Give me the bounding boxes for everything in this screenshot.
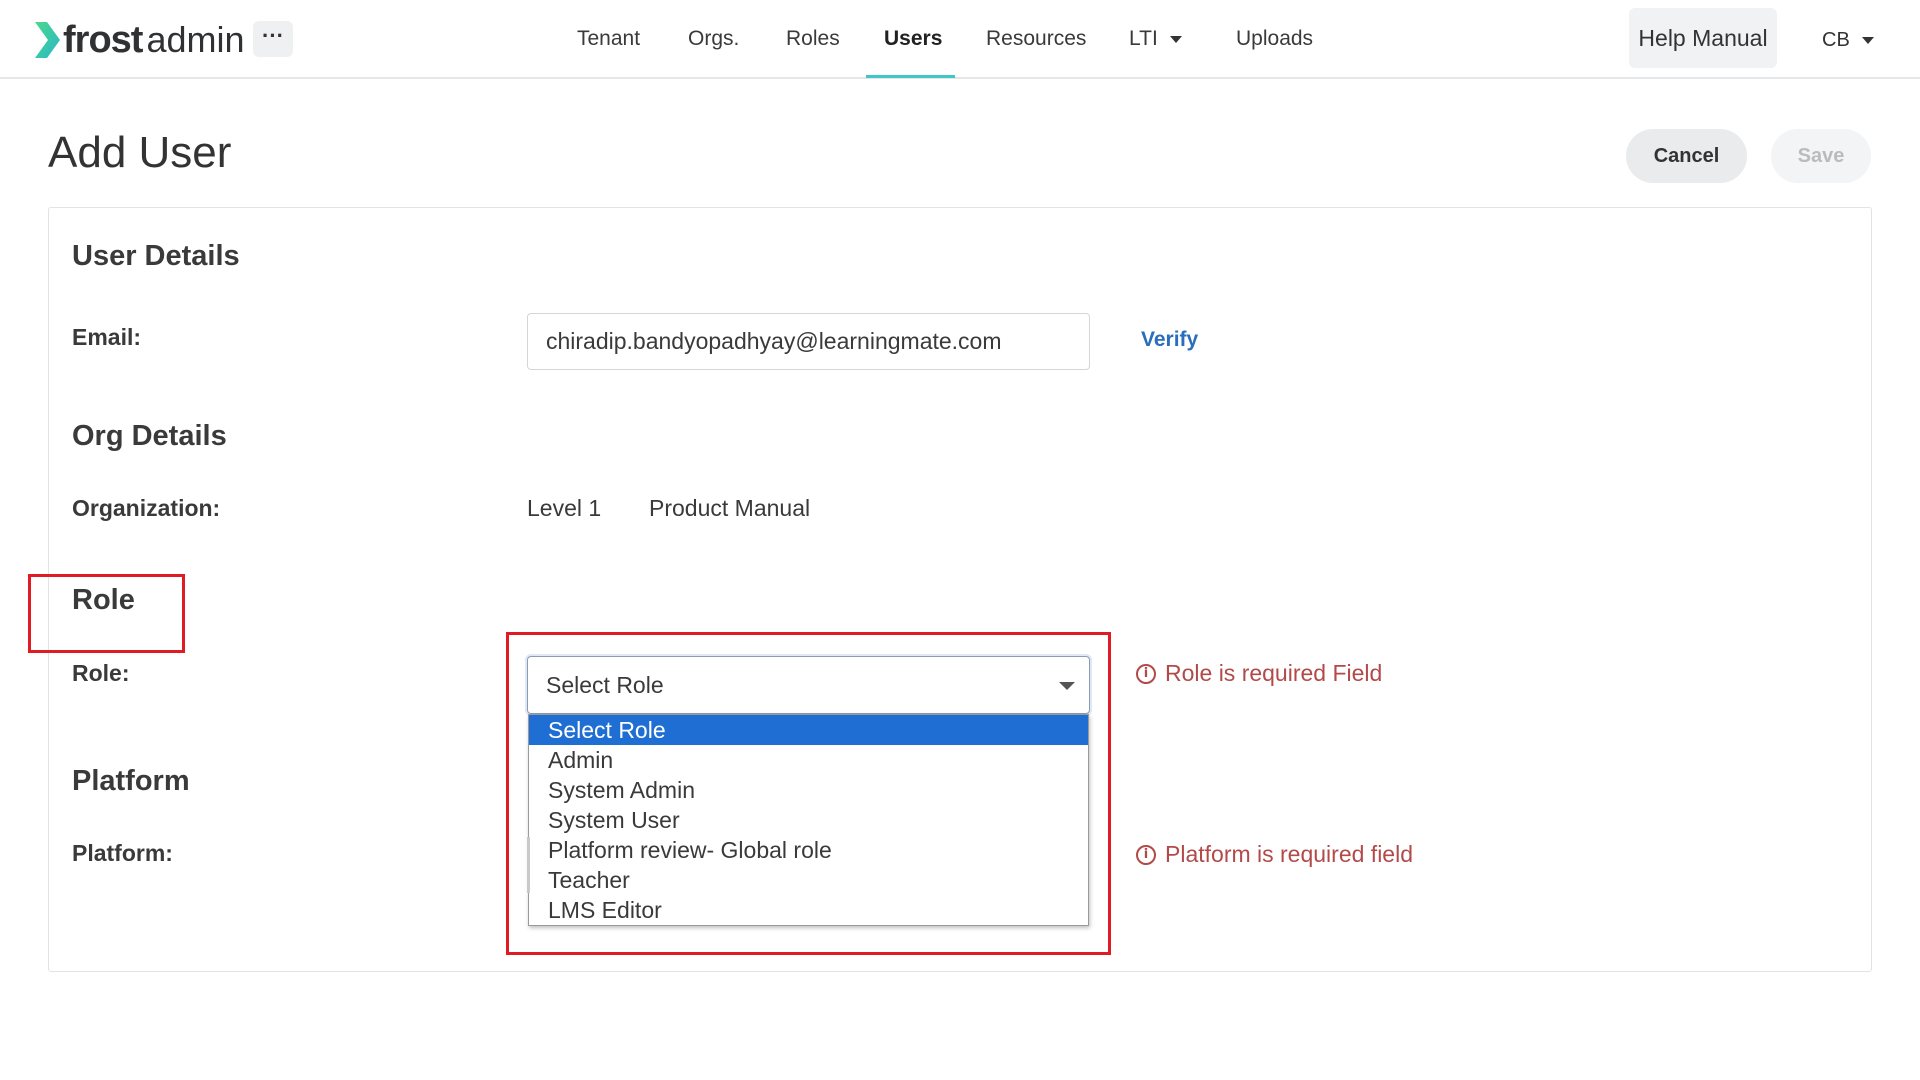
organization-label: Organization:	[72, 495, 221, 521]
role-error-message: i Role is required Field	[1136, 660, 1382, 687]
nav-tenant[interactable]: Tenant	[577, 0, 640, 79]
nav-lti[interactable]: LTI	[1129, 0, 1182, 79]
caret-down-icon	[1861, 37, 1874, 45]
section-title-platform: Platform	[72, 765, 190, 797]
nav-uploads[interactable]: Uploads	[1236, 0, 1313, 79]
role-label: Role:	[72, 660, 130, 686]
user-initials: CB	[1822, 29, 1850, 51]
nav-users[interactable]: Users	[884, 0, 942, 79]
email-label: Email:	[72, 324, 142, 350]
role-error-text: Role is required Field	[1165, 660, 1383, 686]
info-icon: i	[1136, 663, 1156, 684]
nav-roles[interactable]: Roles	[786, 0, 840, 79]
info-icon: i	[1136, 844, 1156, 865]
save-button[interactable]: Save	[1771, 129, 1871, 183]
help-manual-button[interactable]: Help Manual	[1629, 8, 1777, 68]
top-navigation-bar: frost admin ··· Tenant Orgs. Roles Users…	[0, 0, 1920, 79]
email-field[interactable]: chiradip.bandyopadhyay@learningmate.com	[527, 313, 1090, 370]
highlight-box-role-title	[28, 574, 185, 653]
org-name-value: Product Manual	[649, 495, 811, 521]
platform-label: Platform:	[72, 840, 173, 866]
nav-lti-label: LTI	[1129, 27, 1158, 50]
cancel-button[interactable]: Cancel	[1626, 129, 1747, 183]
org-level-value: Level 1	[527, 495, 602, 521]
user-menu[interactable]: CB	[1822, 0, 1874, 79]
nav-orgs[interactable]: Orgs.	[688, 0, 739, 79]
section-title-user-details: User Details	[72, 240, 240, 272]
platform-error-text: Platform is required field	[1165, 841, 1413, 867]
page-title: Add User	[48, 128, 232, 177]
section-title-org-details: Org Details	[72, 420, 227, 452]
nav-resources[interactable]: Resources	[986, 0, 1086, 79]
active-tab-indicator	[866, 75, 955, 78]
platform-error-message: i Platform is required field	[1136, 841, 1413, 868]
caret-down-icon	[1169, 35, 1182, 43]
verify-link[interactable]: Verify	[1141, 328, 1198, 352]
highlight-box-role-dropdown	[506, 632, 1111, 955]
